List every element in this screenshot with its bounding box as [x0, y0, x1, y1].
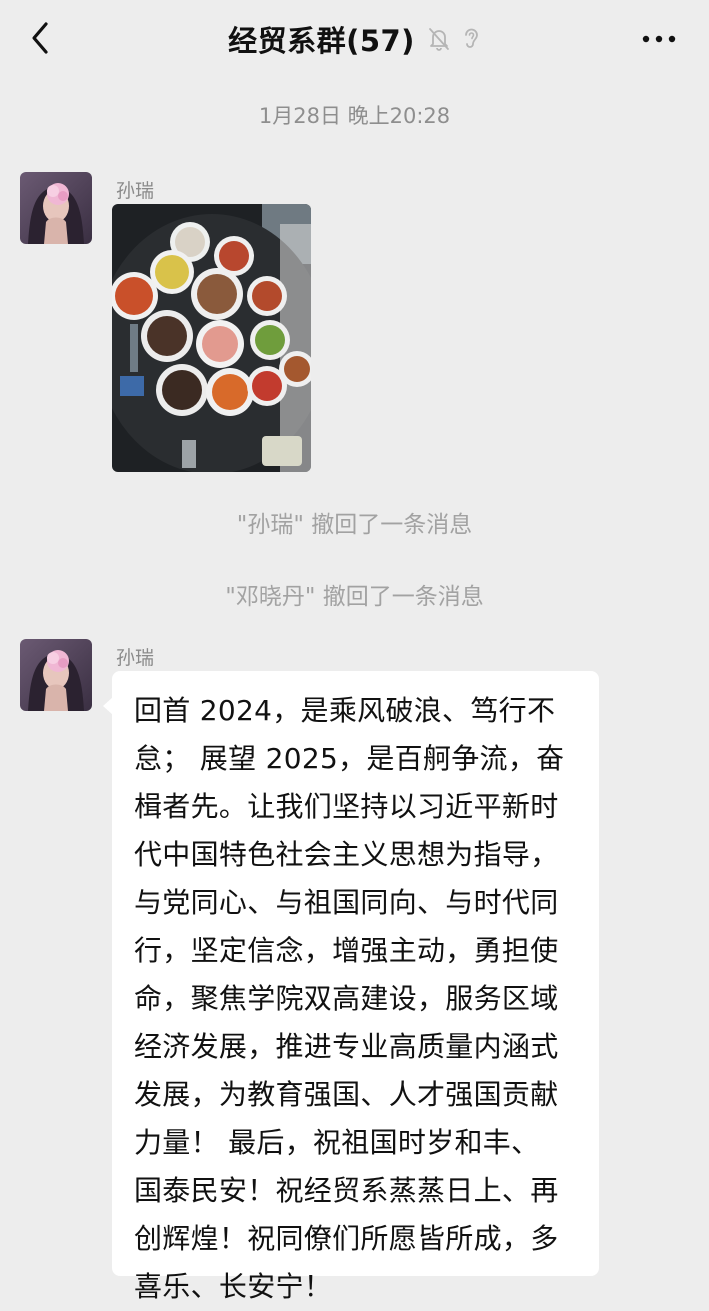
sender-name: 孙瑞 [116, 180, 155, 202]
message-bubble[interactable]: 回首 2024，是乘风破浪、笃行不 怠； 展望 2025，是百舸争流，奋 楫者先… [103, 671, 599, 1303]
ear-icon [461, 26, 481, 52]
chat-title[interactable]: 经贸系群(57) [228, 18, 415, 60]
bell-off-icon [427, 26, 451, 52]
top-bar: 经贸系群(57) [0, 0, 709, 78]
avatar[interactable] [20, 172, 92, 244]
more-horizontal-icon [642, 35, 676, 43]
sender-name: 孙瑞 [116, 647, 155, 669]
more-button[interactable] [639, 24, 679, 54]
recall-notice: "孙瑞" 撤回了一条消息 [236, 512, 473, 538]
chat-timestamp: 1月28日 晚上20:28 [258, 104, 451, 128]
food-photo[interactable] [112, 204, 311, 472]
avatar[interactable] [20, 639, 92, 711]
message-text: 回首 2024，是乘风破浪、笃行不 怠； 展望 2025，是百舸争流，奋 楫者先… [134, 694, 565, 1303]
recall-notice: "邓晓丹" 撤回了一条消息 [225, 584, 484, 610]
